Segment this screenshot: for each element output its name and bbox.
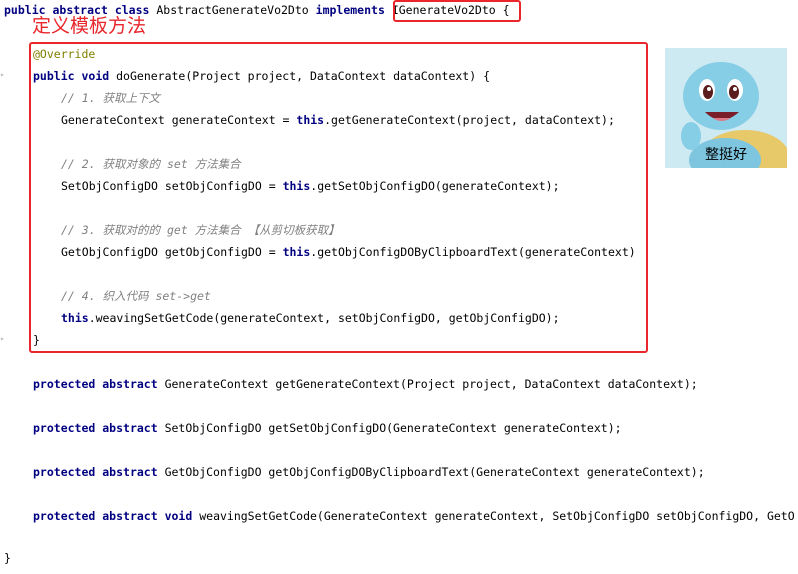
abstract-method-2[interactable]: protected abstract SetObjConfigDO getSet… — [33, 420, 622, 436]
comment-1: // 1. 获取上下文 — [61, 91, 161, 105]
gutter-fold-icon[interactable]: ▸ — [0, 334, 5, 343]
abstract-method-4[interactable]: protected abstract void weavingSetGetCod… — [33, 508, 798, 524]
comment-2: // 2. 获取对象的 set 方法集合 — [61, 157, 241, 171]
abstract-method-1[interactable]: protected abstract GenerateContext getGe… — [33, 376, 698, 392]
keyword-void: void — [81, 69, 110, 83]
comment-4: // 4. 织入代码 set->get — [61, 289, 211, 303]
meme-caption: 整挺好 — [705, 147, 747, 163]
code-line-1[interactable]: GenerateContext generateContext = this.g… — [61, 112, 615, 128]
method-signature: public void doGenerate(Project project, … — [33, 68, 490, 84]
code-line-4[interactable]: this.weavingSetGetCode(generateContext, … — [61, 310, 560, 326]
annotation-label: 定义模板方法 — [32, 15, 147, 37]
keyword-public: public — [33, 69, 75, 83]
comment-3: // 3. 获取对的的 get 方法集合 【从剪切板获取】 — [61, 223, 340, 237]
code-line-3[interactable]: GetObjConfigDO getObjConfigDO = this.get… — [61, 244, 636, 260]
method-close-brace: } — [33, 333, 40, 347]
interface-highlight-box — [393, 0, 521, 22]
class-name[interactable]: AbstractGenerateVo2Dto — [156, 3, 308, 17]
override-annotation: @Override — [33, 47, 96, 61]
method-signature-text[interactable]: doGenerate(Project project, DataContext … — [116, 69, 490, 83]
squirtle-image: 整挺好 — [665, 48, 787, 168]
class-close-brace: } — [4, 551, 11, 565]
code-line-2[interactable]: SetObjConfigDO setObjConfigDO = this.get… — [61, 178, 560, 194]
template-method-highlight-box — [29, 42, 648, 353]
abstract-method-3[interactable]: protected abstract GetObjConfigDO getObj… — [33, 464, 705, 480]
keyword-implements: implements — [315, 3, 385, 17]
gutter-override-icon[interactable]: ▸ — [0, 70, 5, 79]
